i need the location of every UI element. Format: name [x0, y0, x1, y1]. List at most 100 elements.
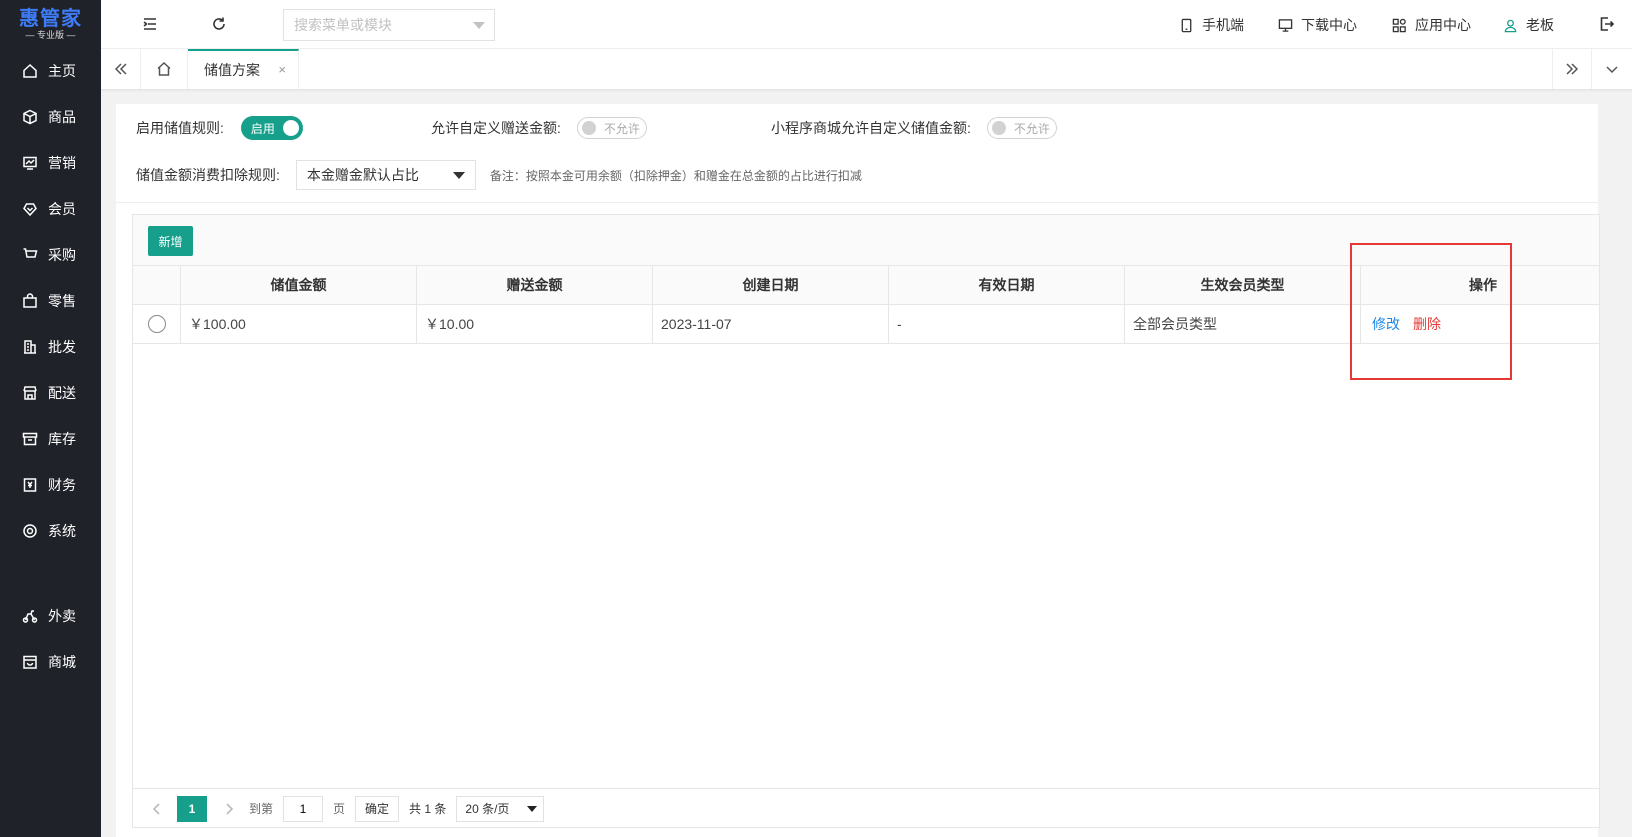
download-label: 下载中心	[1301, 17, 1357, 33]
total-count: 共 1 条	[409, 802, 447, 816]
logout-button[interactable]	[1595, 12, 1619, 36]
user-menu[interactable]: 老板	[1503, 15, 1554, 35]
deduct-rule-value: 本金赠金默认占比	[306, 167, 419, 183]
switch-text: 不允许	[1013, 121, 1050, 136]
logo-title: 惠管家	[19, 6, 82, 30]
header-gift: 赠送金额	[417, 266, 653, 304]
switch-knob	[282, 120, 299, 136]
deduct-rule-select[interactable]: 本金赠金默认占比	[295, 160, 476, 190]
switch-knob	[581, 121, 596, 135]
add-button[interactable]: 新增	[148, 226, 193, 256]
logout-icon	[1600, 17, 1615, 31]
divider	[116, 202, 1598, 203]
page-size-select[interactable]: 20 条/页	[456, 795, 545, 822]
goto-page-input[interactable]	[283, 795, 324, 822]
page-size-value: 20 条/页	[465, 802, 510, 816]
header-select	[133, 266, 181, 304]
search-input[interactable]	[294, 17, 464, 33]
apps-icon	[1392, 18, 1406, 32]
custom-gift-label: 允许自定义赠送金额:	[431, 120, 561, 136]
double-chevron-right-icon	[1566, 63, 1579, 75]
header-amount: 储值金额	[181, 266, 417, 304]
chart-icon	[23, 156, 37, 170]
cell-amount: ￥100.00	[181, 305, 417, 343]
prev-page-button[interactable]	[147, 799, 167, 819]
radio-button[interactable]	[147, 315, 166, 333]
sidebar-item-member[interactable]: 会员	[0, 189, 101, 229]
mini-custom-switch[interactable]: 不允许	[986, 117, 1057, 139]
sidebar-item-delivery[interactable]: 配送	[0, 373, 101, 413]
mini-custom-label: 小程序商城允许自定义储值金额:	[771, 120, 971, 136]
deduct-rule-row: 储值金额消费扣除规则: 本金赠金默认占比 备注：按照本金可用余额（扣除押金）和赠…	[136, 160, 862, 190]
close-icon[interactable]: ×	[278, 62, 286, 77]
sidebar-item-label: 商品	[48, 109, 76, 125]
chevron-down-icon	[1606, 66, 1618, 74]
sidebar-item-wholesale[interactable]: 批发	[0, 327, 101, 367]
sidebar-item-marketing[interactable]: 营销	[0, 143, 101, 183]
home-tab[interactable]	[141, 49, 188, 89]
sidebar-item-finance[interactable]: 财务	[0, 465, 101, 505]
chevron-down-icon	[527, 805, 538, 812]
app-center-link[interactable]: 应用中心	[1392, 15, 1471, 35]
pagination: 1 到第 页 确定 共 1 条 20 条/页	[133, 788, 1599, 828]
sidebar-item-mall[interactable]: 商城	[0, 642, 101, 682]
download-center-link[interactable]: 下载中心	[1278, 15, 1357, 35]
custom-gift-switch[interactable]: 不允许	[576, 117, 647, 139]
row-select[interactable]	[133, 305, 181, 343]
mobile-link[interactable]: 手机端	[1179, 15, 1244, 35]
sidebar-item-retail[interactable]: 零售	[0, 281, 101, 321]
page-unit-label: 页	[333, 802, 346, 816]
confirm-page-button[interactable]: 确定	[355, 795, 400, 822]
bag-icon	[23, 293, 37, 308]
sidebar-item-label: 批发	[48, 339, 76, 355]
sidebar-item-takeout[interactable]: 外卖	[0, 596, 101, 636]
sidebar-item-label: 商城	[48, 654, 76, 670]
tab-stored-value-plan[interactable]: 储值方案 ×	[188, 49, 299, 89]
mini-custom-row: 小程序商城允许自定义储值金额: 不允许	[771, 117, 1057, 139]
tabs-scroll-left-button[interactable]	[101, 49, 141, 89]
heart-icon	[23, 203, 37, 217]
chevron-left-icon	[152, 802, 160, 815]
next-page-button[interactable]	[219, 799, 239, 819]
sidebar-item-system[interactable]: 系统	[0, 511, 101, 551]
cart-icon	[23, 248, 38, 262]
sidebar: 惠管家 — 专业版 — 主页 商品 营销 会员 采购 零售 批发 配送 库存 财…	[0, 0, 101, 837]
sidebar-item-inventory[interactable]: 库存	[0, 419, 101, 459]
header-member-type: 生效会员类型	[1125, 266, 1361, 304]
cell-created: 2023-11-07	[653, 305, 889, 343]
apps-label: 应用中心	[1415, 17, 1471, 33]
home-icon	[23, 63, 37, 78]
current-page[interactable]: 1	[177, 795, 207, 822]
chevron-down-icon[interactable]	[473, 22, 485, 29]
sidebar-item-label: 库存	[48, 431, 76, 447]
refresh-icon	[213, 17, 225, 30]
tabs-menu-button[interactable]	[1592, 49, 1632, 89]
box-icon	[23, 109, 37, 125]
goto-label: 到第	[249, 802, 274, 816]
deduct-rule-note: 备注：按照本金可用余额（扣除押金）和赠金在总金额的占比进行扣减	[489, 168, 862, 183]
sidebar-item-purchase[interactable]: 采购	[0, 235, 101, 275]
top-header: 手机端 下载中心 应用中心 老板	[101, 0, 1632, 49]
switch-text: 不允许	[603, 121, 640, 136]
sidebar-item-label: 采购	[48, 247, 76, 263]
enable-rule-switch[interactable]: 启用	[240, 116, 303, 140]
enable-rule-label: 启用储值规则:	[136, 120, 224, 136]
sidebar-item-label: 营销	[48, 155, 76, 171]
custom-gift-row: 允许自定义赠送金额: 不允许	[431, 117, 647, 139]
header-valid: 有效日期	[889, 266, 1125, 304]
building-icon	[24, 340, 36, 354]
switch-knob	[991, 121, 1006, 135]
sidebar-item-label: 主页	[48, 63, 76, 79]
main-panel: 启用储值规则: 启用 允许自定义赠送金额: 不允许 小程序商城允许自定义储值金额…	[116, 104, 1600, 837]
sidebar-item-label: 会员	[48, 201, 76, 217]
annotation-highlight-box	[1350, 243, 1512, 380]
monitor-icon	[1278, 18, 1293, 32]
home-icon	[157, 61, 171, 76]
menu-search[interactable]	[283, 9, 495, 41]
switch-text: 启用	[250, 121, 275, 136]
tabs-scroll-right-button[interactable]	[1552, 49, 1592, 89]
menu-toggle-button[interactable]	[138, 12, 162, 36]
sidebar-item-home[interactable]: 主页	[0, 51, 101, 91]
refresh-button[interactable]	[207, 12, 231, 36]
sidebar-item-goods[interactable]: 商品	[0, 97, 101, 137]
